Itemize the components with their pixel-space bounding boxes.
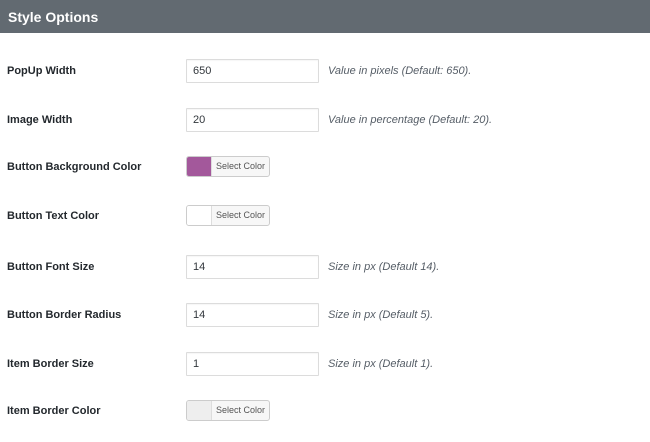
button-border-radius-input[interactable]	[186, 303, 319, 327]
button-border-radius-label: Button Border Radius	[7, 309, 122, 321]
button-font-size-description: Size in px (Default 14).	[328, 261, 440, 273]
field-row-button-font-size: Button Font Size Size in px (Default 14)…	[0, 255, 650, 279]
field-row-popup-width: PopUp Width Value in pixels (Default: 65…	[0, 59, 650, 83]
field-row-button-text-color: Button Text Color Select Color	[0, 204, 650, 228]
item-border-color-label: Item Border Color	[7, 405, 101, 417]
popup-width-label: PopUp Width	[7, 65, 76, 77]
item-border-size-input[interactable]	[186, 352, 319, 376]
popup-width-input[interactable]	[186, 59, 319, 83]
image-width-label: Image Width	[7, 114, 73, 126]
button-font-size-input[interactable]	[186, 255, 319, 279]
item-border-size-label: Item Border Size	[7, 358, 94, 370]
button-bg-color-label: Button Background Color	[7, 161, 142, 173]
button-border-radius-description: Size in px (Default 5).	[328, 309, 434, 321]
button-text-color-picker[interactable]: Select Color	[186, 205, 270, 226]
button-bg-color-swatch	[187, 157, 212, 176]
select-color-button-label: Select Color	[215, 161, 266, 171]
image-width-description: Value in percentage (Default: 20).	[328, 114, 493, 126]
select-color-button-label: Select Color	[215, 405, 266, 415]
field-row-item-border-color: Item Border Color Select Color	[0, 399, 650, 423]
section-title: Style Options	[8, 8, 99, 25]
field-row-button-bg-color: Button Background Color Select Color	[0, 155, 650, 179]
field-row-image-width: Image Width Value in percentage (Default…	[0, 108, 650, 132]
item-border-color-swatch	[187, 401, 212, 420]
button-bg-color-picker[interactable]: Select Color	[186, 156, 270, 177]
popup-width-description: Value in pixels (Default: 650).	[328, 65, 472, 77]
select-color-button-label: Select Color	[215, 210, 266, 220]
field-row-item-border-size: Item Border Size Size in px (Default 1).	[0, 352, 650, 376]
button-font-size-label: Button Font Size	[7, 261, 95, 273]
item-border-color-picker[interactable]: Select Color	[186, 400, 270, 421]
image-width-input[interactable]	[186, 108, 319, 132]
button-text-color-swatch	[187, 206, 212, 225]
button-text-color-label: Button Text Color	[7, 210, 100, 222]
section-header: Style Options	[0, 0, 650, 33]
field-row-button-border-radius: Button Border Radius Size in px (Default…	[0, 303, 650, 327]
item-border-size-description: Size in px (Default 1).	[328, 358, 434, 370]
